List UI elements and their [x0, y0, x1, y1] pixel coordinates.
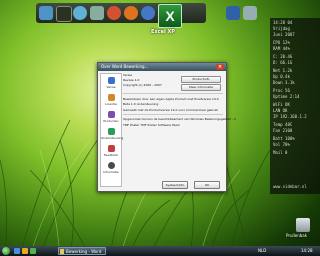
more-info-button[interactable]: Meer informatie — [181, 84, 221, 91]
nav-item-ondersteuning[interactable]: Ondersteuning — [101, 128, 124, 140]
nav-label: Feedback — [103, 153, 119, 157]
sidebar-row: LAN OK — [273, 108, 288, 113]
clock[interactable]: 14:28 — [301, 247, 313, 255]
info-line: Gemaakt met de Productversie 14.0 voor C… — [123, 108, 219, 112]
safari-icon[interactable] — [73, 6, 87, 20]
trash-icon[interactable] — [296, 218, 310, 232]
divider — [123, 114, 223, 115]
trash-label: Prullenbak — [286, 233, 308, 238]
quicklaunch-ie-icon[interactable] — [14, 248, 20, 254]
info-icon — [107, 77, 115, 84]
sidebar-row: Up 0.4k — [273, 74, 290, 79]
nav-item-informatie[interactable]: Informatie — [101, 162, 121, 174]
itunes-icon[interactable] — [141, 6, 155, 20]
nav-item-feedback[interactable]: Feedback — [101, 145, 121, 157]
sidebar-row: D: 66.1G — [273, 60, 293, 65]
dialog-titlebar[interactable]: Over Word Bewerking... × — [98, 63, 226, 71]
nav-label: Licentie — [105, 102, 117, 106]
about-icon — [107, 162, 115, 169]
sidebar-row: Juni 2007 — [273, 32, 295, 37]
sidebar-row: IP 192.168.1.2 — [273, 114, 307, 119]
info-line: TMF Poster TMF Poster Software Team — [123, 123, 180, 127]
nav-item-licentie[interactable]: Licentie — [101, 94, 121, 106]
nav-label: Informatie — [103, 170, 119, 174]
sidebar-row: Batt 100% — [273, 136, 295, 141]
security-icon[interactable] — [124, 6, 138, 20]
revision-text: Revisie 1.0 — [123, 78, 140, 82]
support-icon — [107, 128, 115, 135]
info-line: Beta 1.0 ondersteuning — [123, 102, 159, 106]
nav-item-versie[interactable]: Versie — [101, 77, 121, 89]
sidebar-row: 14:28 04 — [273, 20, 293, 25]
start-button[interactable] — [2, 247, 10, 255]
sidebar-gadget: 14:28 04 Vrijdag Juni 2007 CPU 12% RAM 4… — [270, 18, 320, 194]
nav-item-producten[interactable]: Producten — [101, 111, 121, 123]
excel-letter: X — [165, 8, 175, 24]
sidebar-row: www.sidebar.nl — [273, 184, 307, 189]
info-line: Opgenomen binnen de beschikbaarheid van … — [123, 117, 236, 121]
taskbar-task[interactable]: Bewerking - Word — [58, 247, 106, 255]
settings-icon[interactable] — [243, 6, 257, 20]
task-label: Bewerking - Word — [66, 249, 102, 254]
dialog-content: Versie Revisie 1.0 Copyright (c) 2006 - … — [123, 73, 236, 177]
about-dialog: Over Word Bewerking... × Versie Licentie… — [97, 62, 236, 192]
system-info-button[interactable]: Systeeminfo — [162, 181, 188, 189]
quicklaunch-folder-icon[interactable] — [22, 248, 28, 254]
feedback-icon — [107, 145, 115, 152]
sidebar-row: Net 1.2k — [273, 68, 293, 73]
task-app-icon — [60, 249, 64, 254]
nav-label: Versie — [106, 85, 116, 89]
sidebar-row: Vrijdag — [273, 26, 290, 31]
quicklaunch-media-icon[interactable] — [30, 248, 36, 254]
sidebar-row: Uptime 2:14 — [273, 94, 300, 99]
sidebar-row: Proc 56 — [273, 88, 290, 93]
sidebar-row: RAM 44% — [273, 46, 290, 51]
chart-icon[interactable] — [107, 6, 121, 20]
dialog-title: Over Word Bewerking... — [101, 64, 149, 69]
sidebar-row: C: 20.4G — [273, 54, 293, 59]
terminal-icon[interactable] — [56, 6, 72, 22]
copyright-text: Copyright (c) 2006 - 2007 — [123, 83, 162, 87]
sidebar-row: Vol 70% — [273, 142, 290, 147]
sidebar-row: WiFi OK — [273, 102, 290, 107]
sidebar-row: Down 3.1k — [273, 80, 295, 85]
productinfo-button[interactable]: Productinfo — [181, 76, 221, 83]
network-icon[interactable] — [90, 6, 104, 20]
sidebar-row: Mail 0 — [273, 150, 288, 155]
divider — [123, 93, 223, 94]
taskbar: Bewerking - Word NLD 14:28 — [0, 246, 320, 256]
nav-label: Producten — [103, 119, 119, 123]
info-line: Bewerkbaar door een eigen Apple Product … — [123, 97, 219, 101]
excel-icon[interactable]: X — [158, 4, 182, 28]
close-icon[interactable]: × — [216, 64, 224, 70]
desktop: X Excel XP 14:28 04 Vrijdag Juni 2007 CP… — [0, 0, 320, 256]
ok-button[interactable]: OK — [194, 181, 220, 189]
tray-language[interactable]: NLD — [258, 247, 266, 255]
sidebar-row: Temp 48C — [273, 122, 293, 127]
package-icon — [107, 111, 115, 118]
license-icon — [107, 94, 115, 101]
sidebar-row: Fan 2100 — [273, 128, 293, 133]
nav-label: Ondersteuning — [101, 136, 124, 140]
sidebar-row: CPU 12% — [273, 40, 290, 45]
version-heading: Versie — [123, 73, 133, 77]
dock-label: Excel XP — [151, 29, 175, 35]
finder-icon[interactable] — [39, 6, 53, 20]
dialog-nav: Versie Licentie Producten Ondersteuning … — [100, 73, 124, 187]
word-icon[interactable] — [226, 6, 240, 20]
